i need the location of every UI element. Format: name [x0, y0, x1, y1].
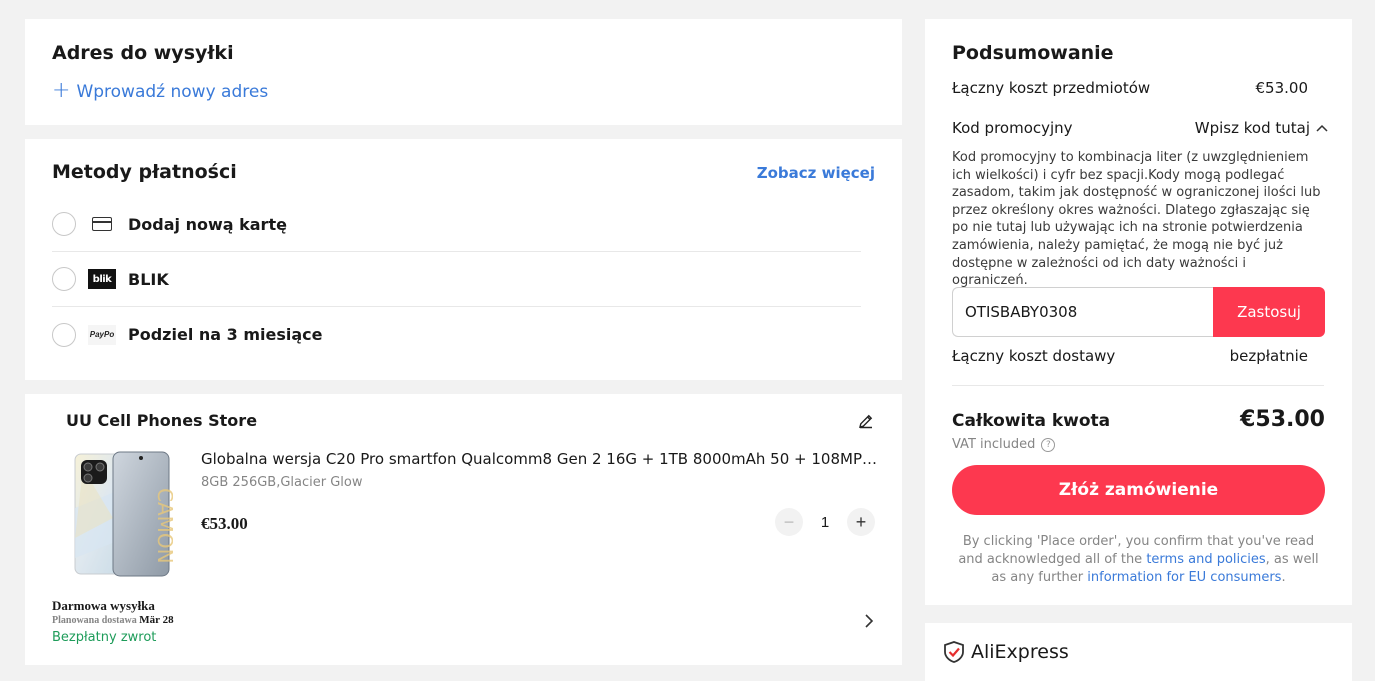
svg-text:CAMON: CAMON — [153, 488, 173, 564]
product-price: €53.00 — [201, 514, 248, 533]
total-value: €53.00 — [1240, 407, 1325, 432]
aliexpress-logo: AliExpress — [943, 641, 1069, 663]
promo-code-input[interactable] — [952, 287, 1214, 337]
payment-methods-title: Metody płatności — [52, 161, 237, 183]
quantity-value: 1 — [820, 513, 830, 531]
promo-code-description: Kod promocyjny to kombinacja liter (z uw… — [952, 150, 1321, 289]
edit-icon[interactable] — [858, 413, 874, 429]
decrease-quantity-button[interactable]: − — [775, 508, 803, 536]
chevron-up-icon — [1316, 124, 1328, 132]
plus-icon: + — [52, 78, 71, 103]
product-title[interactable]: Globalna wersja C20 Pro smartfon Qualcom… — [201, 450, 879, 468]
shield-check-icon — [944, 641, 964, 663]
increase-quantity-button[interactable]: + — [847, 508, 875, 536]
payment-option-label: BLIK — [128, 269, 169, 289]
items-cost-row: Łączny koszt przedmiotów €53.00 — [952, 79, 1308, 97]
add-new-address-link[interactable]: + Wprowadź nowy adres — [52, 78, 269, 103]
payment-option-card[interactable]: Dodaj nową kartę — [52, 197, 861, 252]
see-more-link[interactable]: Zobacz więcej — [757, 164, 875, 182]
items-cost-label: Łączny koszt przedmiotów — [952, 79, 1151, 97]
quantity-stepper: − 1 + — [775, 508, 875, 536]
items-cost-value: €53.00 — [1255, 79, 1309, 97]
promo-code-label: Kod promocyjny — [952, 119, 1073, 137]
paypo-icon: PayPo — [88, 324, 116, 345]
payment-methods-card: Metody płatności Zobacz więcej Dodaj now… — [25, 139, 902, 380]
terms-link[interactable]: terms and policies — [1146, 552, 1265, 567]
place-order-button[interactable]: Złóż zamówienie — [952, 465, 1325, 515]
shipping-cost-value: bezpłatnie — [1229, 347, 1308, 365]
shipping-address-card: Adres do wysyłki + Wprowadź nowy adres — [25, 19, 902, 125]
add-new-address-label: Wprowadź nowy adres — [76, 82, 269, 102]
radio-button[interactable] — [52, 267, 76, 291]
blik-icon: blik — [88, 269, 116, 289]
store-name: UU Cell Phones Store — [66, 411, 258, 430]
eu-info-link[interactable]: information for EU consumers — [1087, 570, 1281, 585]
order-summary-card: Podsumowanie Łączny koszt przedmiotów €5… — [925, 19, 1352, 605]
free-shipping-label: Darmowa wysyłka — [52, 598, 155, 613]
promo-toggle-label: Wpisz kod tutaj — [1194, 119, 1310, 137]
question-icon[interactable]: ? — [1041, 437, 1056, 452]
product-image[interactable]: CAMON — [73, 448, 173, 580]
planned-delivery-label: Planowana dostawa — [52, 615, 137, 626]
payment-option-paypo[interactable]: PayPo Podziel na 3 miesiące — [52, 307, 861, 362]
shipping-cost-label: Łączny koszt dostawy — [952, 347, 1116, 365]
payment-option-blik[interactable]: blik BLIK — [52, 252, 861, 307]
payment-option-label: Podziel na 3 miesiące — [128, 325, 323, 344]
apply-promo-button[interactable]: Zastosuj — [1213, 287, 1325, 337]
vat-label: VAT included — [952, 437, 1036, 452]
legal-text: . — [1281, 570, 1286, 585]
shipping-cost-row: Łączny koszt dostawy bezpłatnie — [952, 347, 1308, 365]
aliexpress-wordmark: AliExpress — [971, 641, 1069, 663]
credit-card-icon — [88, 214, 116, 234]
promo-code-toggle[interactable]: Wpisz kod tutaj — [1195, 119, 1328, 137]
legal-notice: By clicking 'Place order', you confirm t… — [952, 533, 1325, 587]
free-return-label: Bezpłatny zwrot — [52, 630, 157, 645]
radio-button[interactable] — [52, 322, 76, 347]
divider — [952, 385, 1324, 386]
vat-info: VAT included ? — [952, 437, 1056, 452]
planned-delivery: Planowana dostawa Mär 28 — [52, 614, 174, 626]
product-variant: 8GB 256GB,Glacier Glow — [201, 475, 363, 490]
chevron-right-icon[interactable] — [864, 614, 874, 628]
radio-button[interactable] — [52, 212, 76, 236]
planned-delivery-date: Mär 28 — [139, 614, 174, 626]
aliexpress-card: AliExpress — [925, 623, 1352, 681]
total-label: Całkowita kwota — [952, 411, 1111, 431]
shipping-address-title: Adres do wysyłki — [52, 42, 234, 64]
summary-title: Podsumowanie — [952, 42, 1114, 64]
store-order-card: UU Cell Phones Store CAMON Globalna wers… — [25, 394, 902, 665]
payment-option-label: Dodaj nową kartę — [128, 214, 287, 234]
